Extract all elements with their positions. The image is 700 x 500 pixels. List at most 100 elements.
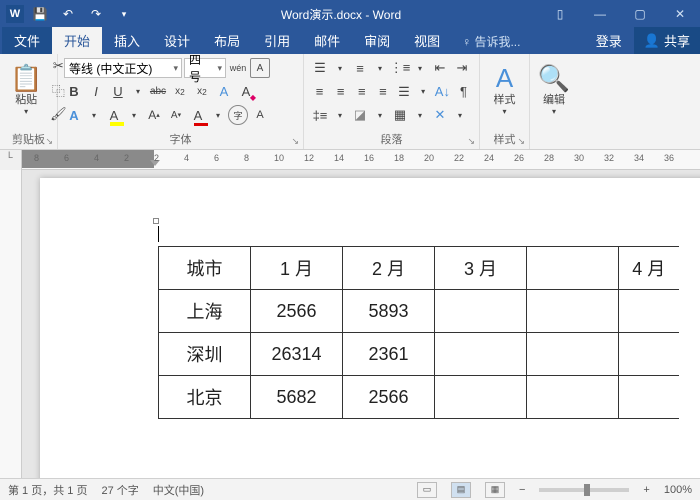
shrink-font-icon[interactable]: A▾ bbox=[166, 105, 186, 125]
table-cell[interactable]: 5682 bbox=[251, 376, 343, 419]
zoom-out-button[interactable]: − bbox=[519, 484, 525, 496]
tab-design[interactable]: 设计 bbox=[152, 27, 202, 54]
table-cell[interactable] bbox=[619, 376, 679, 419]
table-cell[interactable]: 深圳 bbox=[159, 333, 251, 376]
table-cell[interactable]: 26314 bbox=[251, 333, 343, 376]
table-header-cell[interactable]: 3 月 bbox=[435, 247, 527, 290]
underline-button[interactable]: U bbox=[108, 82, 128, 102]
table-row[interactable]: 深圳 26314 2361 bbox=[159, 333, 679, 376]
multilevel-list-icon[interactable]: ⋮≡ bbox=[390, 58, 410, 78]
decrease-indent-icon[interactable]: ⇤ bbox=[430, 58, 450, 78]
show-marks-icon[interactable]: ¶ bbox=[454, 82, 473, 102]
zoom-level[interactable]: 100% bbox=[664, 484, 692, 496]
clear-format-icon[interactable]: A◆ bbox=[236, 82, 256, 102]
table-cell[interactable] bbox=[435, 376, 527, 419]
styles-launcher-icon[interactable]: ↘ bbox=[517, 136, 525, 147]
font-family-select[interactable]: 等线 (中文正文) bbox=[64, 58, 182, 78]
chevron-down-icon[interactable]: ▾ bbox=[412, 58, 428, 78]
status-language[interactable]: 中文(中国) bbox=[153, 482, 204, 498]
vertical-ruler[interactable] bbox=[0, 170, 22, 478]
table-header-cell[interactable] bbox=[527, 247, 619, 290]
minimize-icon[interactable]: — bbox=[580, 0, 620, 28]
tab-insert[interactable]: 插入 bbox=[102, 27, 152, 54]
grow-font-icon[interactable]: A▴ bbox=[144, 105, 164, 125]
align-center-icon[interactable]: ≡ bbox=[331, 82, 350, 102]
table-cell[interactable] bbox=[619, 290, 679, 333]
subscript-button[interactable]: x2 bbox=[170, 82, 190, 102]
table-move-handle[interactable] bbox=[153, 218, 159, 224]
table-row[interactable]: 城市 1 月 2 月 3 月 4 月 bbox=[159, 247, 679, 290]
highlight-button[interactable]: A bbox=[104, 105, 124, 125]
data-table[interactable]: 城市 1 月 2 月 3 月 4 月 上海 2566 5893 深圳 26314… bbox=[158, 246, 679, 419]
table-cell[interactable] bbox=[527, 290, 619, 333]
table-cell[interactable]: 2361 bbox=[343, 333, 435, 376]
zoom-slider[interactable] bbox=[539, 488, 629, 492]
tab-mailings[interactable]: 邮件 bbox=[302, 27, 352, 54]
chevron-down-icon[interactable]: ▾ bbox=[126, 105, 142, 125]
font-launcher-icon[interactable]: ↘ bbox=[291, 136, 299, 147]
horizontal-ruler[interactable]: 864224681012141618202224262830323436 bbox=[22, 150, 700, 170]
table-cell[interactable] bbox=[619, 333, 679, 376]
bullets-icon[interactable]: ☰ bbox=[310, 58, 330, 78]
tab-view[interactable]: 视图 bbox=[402, 27, 452, 54]
chevron-down-icon[interactable]: ▾ bbox=[210, 105, 226, 125]
chevron-down-icon[interactable]: ▾ bbox=[130, 82, 146, 102]
italic-button[interactable]: I bbox=[86, 82, 106, 102]
align-right-icon[interactable]: ≡ bbox=[352, 82, 371, 102]
line-spacing-icon[interactable]: ‡≡ bbox=[310, 105, 330, 125]
tell-me-input[interactable]: ♀ 告诉我... bbox=[452, 29, 530, 54]
text-effects-icon[interactable]: A bbox=[214, 82, 234, 102]
status-page[interactable]: 第 1 页，共 1 页 bbox=[8, 482, 87, 498]
chevron-down-icon[interactable]: ▾ bbox=[452, 105, 468, 125]
font-size-select[interactable]: 四号 bbox=[184, 58, 226, 78]
table-header-cell[interactable]: 城市 bbox=[159, 247, 251, 290]
read-mode-icon[interactable]: ▭ bbox=[417, 482, 437, 498]
paste-button[interactable]: 📋 粘贴 ▾ bbox=[6, 63, 46, 118]
table-cell[interactable] bbox=[435, 333, 527, 376]
ribbon-options-icon[interactable]: ▯ bbox=[540, 0, 580, 28]
phonetic-guide-icon[interactable]: wén bbox=[228, 58, 248, 78]
distribute-icon[interactable]: ☰ bbox=[394, 82, 413, 102]
tab-review[interactable]: 审阅 bbox=[352, 27, 402, 54]
chevron-down-icon[interactable]: ▾ bbox=[372, 105, 388, 125]
numbering-icon[interactable]: ≡ bbox=[350, 58, 370, 78]
table-cell[interactable]: 2566 bbox=[343, 376, 435, 419]
save-icon[interactable]: 💾 bbox=[28, 2, 52, 26]
web-layout-icon[interactable]: ▦ bbox=[485, 482, 505, 498]
table-header-cell[interactable]: 1 月 bbox=[251, 247, 343, 290]
enclose-char-icon[interactable]: 字 bbox=[228, 105, 248, 125]
text-effect2-icon[interactable]: A bbox=[64, 105, 84, 125]
increase-indent-icon[interactable]: ⇥ bbox=[452, 58, 472, 78]
chevron-down-icon[interactable]: ▾ bbox=[86, 105, 102, 125]
strikethrough-button[interactable]: abc bbox=[148, 82, 168, 102]
char-border-icon[interactable]: A bbox=[250, 58, 270, 78]
chevron-down-icon[interactable]: ▾ bbox=[412, 105, 428, 125]
shading-icon[interactable]: ◪ bbox=[350, 105, 370, 125]
table-row[interactable]: 上海 2566 5893 bbox=[159, 290, 679, 333]
table-cell[interactable] bbox=[435, 290, 527, 333]
chevron-down-icon[interactable]: ▾ bbox=[332, 58, 348, 78]
align-justify-icon[interactable]: ≡ bbox=[373, 82, 392, 102]
close-icon[interactable]: ✕ bbox=[660, 0, 700, 28]
tab-file[interactable]: 文件 bbox=[2, 27, 52, 54]
styles-button[interactable]: A 样式 ▾ bbox=[486, 58, 523, 122]
undo-icon[interactable]: ↶ bbox=[56, 2, 80, 26]
maximize-icon[interactable]: ▢ bbox=[620, 0, 660, 28]
zoom-slider-thumb[interactable] bbox=[584, 484, 590, 496]
chevron-down-icon[interactable]: ▾ bbox=[372, 58, 388, 78]
chevron-down-icon[interactable]: ▾ bbox=[416, 82, 431, 102]
tab-home[interactable]: 开始 bbox=[52, 27, 102, 54]
share-button[interactable]: 👤共享 bbox=[634, 27, 700, 54]
char-shading-icon[interactable]: A bbox=[250, 105, 270, 125]
table-header-cell[interactable]: 2 月 bbox=[343, 247, 435, 290]
qat-more-icon[interactable]: ▾ bbox=[112, 2, 136, 26]
table-cell[interactable] bbox=[527, 376, 619, 419]
table-cell[interactable]: 2566 bbox=[251, 290, 343, 333]
borders-icon[interactable]: ▦ bbox=[390, 105, 410, 125]
redo-icon[interactable]: ↷ bbox=[84, 2, 108, 26]
clipboard-launcher-icon[interactable]: ↘ bbox=[45, 136, 53, 147]
asian-layout-icon[interactable]: ✕ bbox=[430, 105, 450, 125]
paragraph-launcher-icon[interactable]: ↘ bbox=[467, 136, 475, 147]
table-row[interactable]: 北京 5682 2566 bbox=[159, 376, 679, 419]
tab-references[interactable]: 引用 bbox=[252, 27, 302, 54]
